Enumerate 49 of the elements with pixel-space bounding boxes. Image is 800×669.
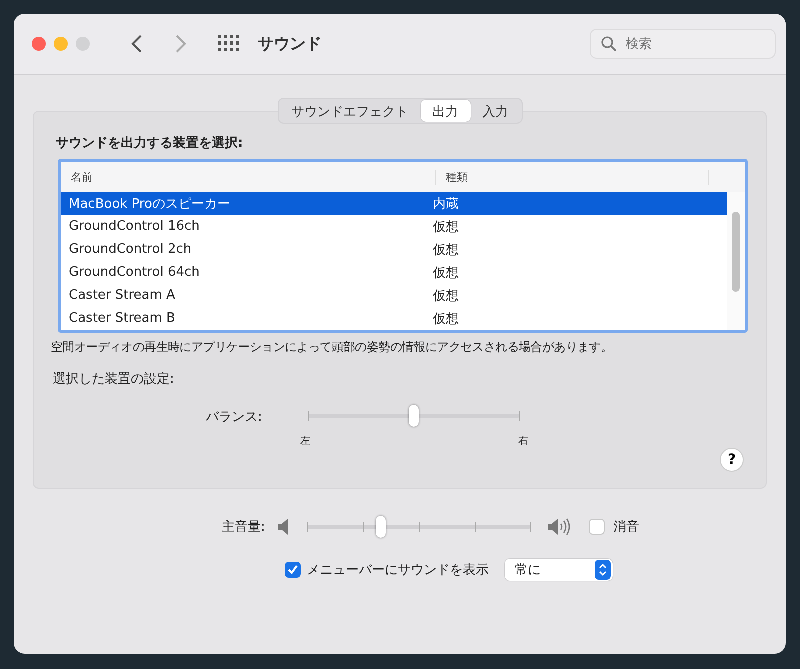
device-name: GroundControl 2ch bbox=[68, 242, 193, 257]
table-row[interactable]: GroundControl 16ch 仮想 bbox=[61, 215, 727, 238]
device-type: 仮想 bbox=[433, 310, 459, 328]
slider-thumb[interactable] bbox=[376, 516, 386, 538]
device-name: MacBook Proのスピーカー bbox=[68, 196, 232, 212]
back-icon[interactable] bbox=[130, 34, 144, 54]
table-row[interactable]: Caster Stream B 仮想 bbox=[61, 307, 727, 330]
tab[interactable]: サウンドエフェクト bbox=[280, 100, 420, 122]
device-type: 仮想 bbox=[433, 242, 459, 258]
close-button[interactable] bbox=[32, 37, 46, 51]
balance-label: バランス: bbox=[206, 409, 262, 426]
search-field[interactable]: 検索 bbox=[590, 29, 776, 59]
tab[interactable]: 出力 bbox=[420, 100, 470, 122]
stepper-icon bbox=[595, 560, 611, 580]
menubar-label: メニューバーにサウンドを表示 bbox=[307, 562, 489, 579]
right-label: 右 bbox=[518, 435, 528, 448]
grid-icon[interactable] bbox=[218, 35, 240, 53]
section-heading: サウンドを出力する装置を選択: bbox=[56, 135, 244, 152]
table-row[interactable]: GroundControl 2ch 仮想 bbox=[61, 238, 727, 261]
mute-label: 消音 bbox=[613, 519, 640, 536]
notice-text: 空間オーディオの再生時にアプリケーションによって頭部の姿勢の情報にアクセスされる場合があります。 bbox=[51, 339, 614, 356]
table-row[interactable]: MacBook Proのスピーカー 内蔵 bbox=[61, 192, 727, 215]
device-type: 仮想 bbox=[433, 264, 459, 282]
tab[interactable]: 入力 bbox=[470, 100, 520, 122]
device-type: 仮想 bbox=[433, 218, 459, 236]
device-name: Caster Stream B bbox=[68, 311, 176, 326]
zoom-button[interactable] bbox=[76, 37, 90, 51]
scrollbar-thumb[interactable] bbox=[732, 212, 740, 292]
mute-checkbox[interactable] bbox=[589, 519, 606, 535]
forward-icon[interactable] bbox=[174, 34, 188, 54]
column-header[interactable]: 名前 bbox=[61, 170, 436, 184]
window-title: サウンド bbox=[258, 34, 322, 54]
settings-label: 選択した装置の設定: bbox=[53, 371, 176, 388]
device-name: GroundControl 16ch bbox=[68, 219, 201, 234]
column-header[interactable]: 種類 bbox=[436, 170, 709, 184]
device-name: GroundControl 64ch bbox=[68, 265, 201, 280]
device-type: 内蔵 bbox=[433, 196, 459, 212]
device-name: Caster Stream A bbox=[68, 288, 176, 303]
help-button[interactable]: ? bbox=[720, 448, 744, 472]
left-label: 左 bbox=[300, 435, 310, 448]
popup-menu[interactable]: 常に bbox=[505, 559, 613, 581]
search-icon bbox=[601, 36, 617, 52]
table-row[interactable]: Caster Stream A 仮想 bbox=[61, 284, 727, 307]
menubar-checkbox[interactable] bbox=[285, 562, 301, 578]
minimize-button[interactable] bbox=[54, 37, 68, 51]
device-type: 仮想 bbox=[433, 288, 459, 304]
slider-thumb[interactable] bbox=[409, 405, 420, 427]
table-row[interactable]: GroundControl 64ch 仮想 bbox=[61, 261, 727, 284]
volume-label: 主音量: bbox=[222, 519, 266, 536]
